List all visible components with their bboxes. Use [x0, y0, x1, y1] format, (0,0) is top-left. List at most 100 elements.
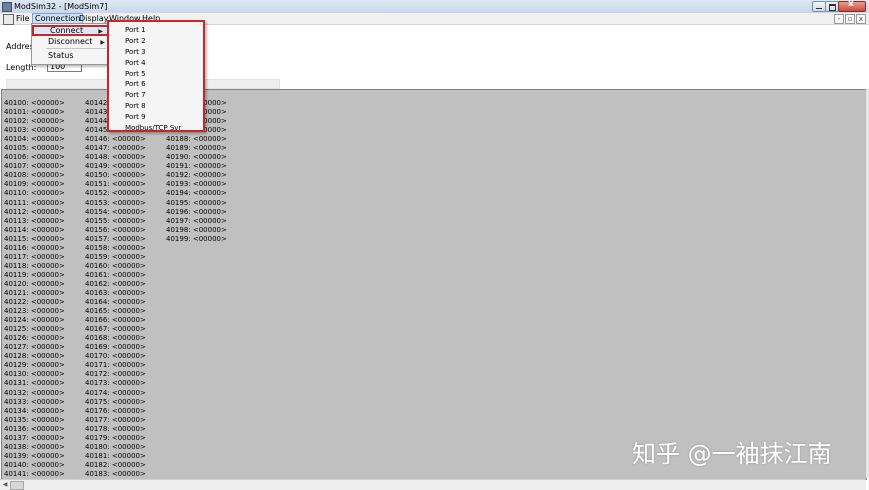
register-row[interactable]: 40195: <00000>	[166, 199, 227, 208]
register-row[interactable]: 40147: <00000>	[85, 144, 146, 153]
register-row[interactable]: 40155: <00000>	[85, 217, 146, 226]
register-row[interactable]: 40148: <00000>	[85, 153, 146, 162]
register-row[interactable]: 40194: <00000>	[166, 189, 227, 198]
maximize-button[interactable]	[825, 1, 839, 12]
register-row[interactable]: 40111: <00000>	[4, 199, 65, 208]
register-row[interactable]: 40138: <00000>	[4, 443, 65, 452]
register-row[interactable]: 40133: <00000>	[4, 398, 65, 407]
register-row[interactable]: 40171: <00000>	[85, 361, 146, 370]
child-close-icon[interactable]: x	[856, 14, 866, 24]
register-row[interactable]: 40160: <00000>	[85, 262, 146, 271]
register-row[interactable]: 40127: <00000>	[4, 343, 65, 352]
register-row[interactable]: 40158: <00000>	[85, 244, 146, 253]
register-row[interactable]: 40122: <00000>	[4, 298, 65, 307]
register-row[interactable]: 40156: <00000>	[85, 226, 146, 235]
register-row[interactable]: 40120: <00000>	[4, 280, 65, 289]
register-row[interactable]: 40102: <00000>	[4, 117, 65, 126]
register-row[interactable]: 40100: <00000>	[4, 99, 65, 108]
register-row[interactable]: 40131: <00000>	[4, 379, 65, 388]
register-row[interactable]: 40189: <00000>	[166, 144, 227, 153]
register-row[interactable]: 40135: <00000>	[4, 416, 65, 425]
register-row[interactable]: 40168: <00000>	[85, 334, 146, 343]
port-6-menu-item[interactable]: Port 6	[125, 79, 146, 89]
register-row[interactable]: 40172: <00000>	[85, 370, 146, 379]
register-row[interactable]: 40117: <00000>	[4, 253, 65, 262]
register-row[interactable]: 40199: <00000>	[166, 235, 227, 244]
register-row[interactable]: 40114: <00000>	[4, 226, 65, 235]
register-row[interactable]: 40124: <00000>	[4, 316, 65, 325]
register-row[interactable]: 40190: <00000>	[166, 153, 227, 162]
close-button[interactable]	[838, 0, 866, 12]
register-row[interactable]: 40123: <00000>	[4, 307, 65, 316]
register-row[interactable]: 40113: <00000>	[4, 217, 65, 226]
connect-menu-item[interactable]: Connect ▶	[32, 25, 109, 36]
port-1-menu-item[interactable]: Port 1	[125, 25, 146, 35]
port-5-menu-item[interactable]: Port 5	[125, 69, 146, 79]
register-row[interactable]: 40115: <00000>	[4, 235, 65, 244]
register-row[interactable]: 40173: <00000>	[85, 379, 146, 388]
register-row[interactable]: 40137: <00000>	[4, 434, 65, 443]
horizontal-scrollbar[interactable]: ◀	[0, 479, 866, 490]
port-7-menu-item[interactable]: Port 7	[125, 90, 146, 100]
register-row[interactable]: 40152: <00000>	[85, 189, 146, 198]
register-row[interactable]: 40110: <00000>	[4, 189, 65, 198]
register-row[interactable]: 40105: <00000>	[4, 144, 65, 153]
port-9-menu-item[interactable]: Port 9	[125, 112, 146, 122]
modbus-tcp-server-menu-item[interactable]: Modbus/TCP Svr	[125, 123, 181, 133]
scroll-left-icon[interactable]: ◀	[1, 481, 9, 489]
register-row[interactable]: 40167: <00000>	[85, 325, 146, 334]
port-3-menu-item[interactable]: Port 3	[125, 47, 146, 57]
register-row[interactable]: 40101: <00000>	[4, 108, 65, 117]
register-row[interactable]: 40136: <00000>	[4, 425, 65, 434]
register-row[interactable]: 40107: <00000>	[4, 162, 65, 171]
register-row[interactable]: 40154: <00000>	[85, 208, 146, 217]
register-grid[interactable]: 40100: <00000> 40101: <00000> 40102: <0000…	[1, 89, 867, 480]
register-row[interactable]: 40157: <00000>	[85, 235, 146, 244]
register-row[interactable]: 40141: <00000>	[4, 470, 65, 479]
port-4-menu-item[interactable]: Port 4	[125, 58, 146, 68]
document-icon[interactable]	[3, 14, 14, 25]
register-row[interactable]: 40109: <00000>	[4, 180, 65, 189]
register-row[interactable]: 40139: <00000>	[4, 452, 65, 461]
register-row[interactable]: 40116: <00000>	[4, 244, 65, 253]
register-row[interactable]: 40188: <00000>	[166, 135, 227, 144]
register-row[interactable]: 40169: <00000>	[85, 343, 146, 352]
register-row[interactable]: 40197: <00000>	[166, 217, 227, 226]
register-row[interactable]: 40151: <00000>	[85, 180, 146, 189]
register-row[interactable]: 40132: <00000>	[4, 389, 65, 398]
register-row[interactable]: 40108: <00000>	[4, 171, 65, 180]
register-row[interactable]: 40129: <00000>	[4, 361, 65, 370]
register-row[interactable]: 40159: <00000>	[85, 253, 146, 262]
register-row[interactable]: 40179: <00000>	[85, 434, 146, 443]
register-row[interactable]: 40126: <00000>	[4, 334, 65, 343]
register-row[interactable]: 40130: <00000>	[4, 370, 65, 379]
register-row[interactable]: 40176: <00000>	[85, 407, 146, 416]
register-row[interactable]: 40175: <00000>	[85, 398, 146, 407]
register-row[interactable]: 40193: <00000>	[166, 180, 227, 189]
register-row[interactable]: 40192: <00000>	[166, 171, 227, 180]
port-2-menu-item[interactable]: Port 2	[125, 36, 146, 46]
register-row[interactable]: 40178: <00000>	[85, 425, 146, 434]
register-row[interactable]: 40162: <00000>	[85, 280, 146, 289]
register-row[interactable]: 40150: <00000>	[85, 171, 146, 180]
disconnect-menu-item[interactable]: Disconnect ▶	[32, 36, 109, 47]
register-row[interactable]: 40196: <00000>	[166, 208, 227, 217]
register-row[interactable]: 40134: <00000>	[4, 407, 65, 416]
register-row[interactable]: 40128: <00000>	[4, 352, 65, 361]
register-row[interactable]: 40198: <00000>	[166, 226, 227, 235]
register-row[interactable]: 40174: <00000>	[85, 389, 146, 398]
register-row[interactable]: 40140: <00000>	[4, 461, 65, 470]
register-row[interactable]: 40165: <00000>	[85, 307, 146, 316]
status-menu-item[interactable]: Status	[32, 50, 109, 61]
register-row[interactable]: 40121: <00000>	[4, 289, 65, 298]
register-row[interactable]: 40112: <00000>	[4, 208, 65, 217]
register-row[interactable]: 40119: <00000>	[4, 271, 65, 280]
child-restore-icon[interactable]: ▫	[845, 14, 855, 24]
register-row[interactable]: 40180: <00000>	[85, 443, 146, 452]
register-row[interactable]: 40104: <00000>	[4, 135, 65, 144]
register-row[interactable]: 40125: <00000>	[4, 325, 65, 334]
register-row[interactable]: 40103: <00000>	[4, 126, 65, 135]
child-minimize-icon[interactable]: -	[834, 14, 844, 24]
register-row[interactable]: 40163: <00000>	[85, 289, 146, 298]
register-row[interactable]: 40191: <00000>	[166, 162, 227, 171]
